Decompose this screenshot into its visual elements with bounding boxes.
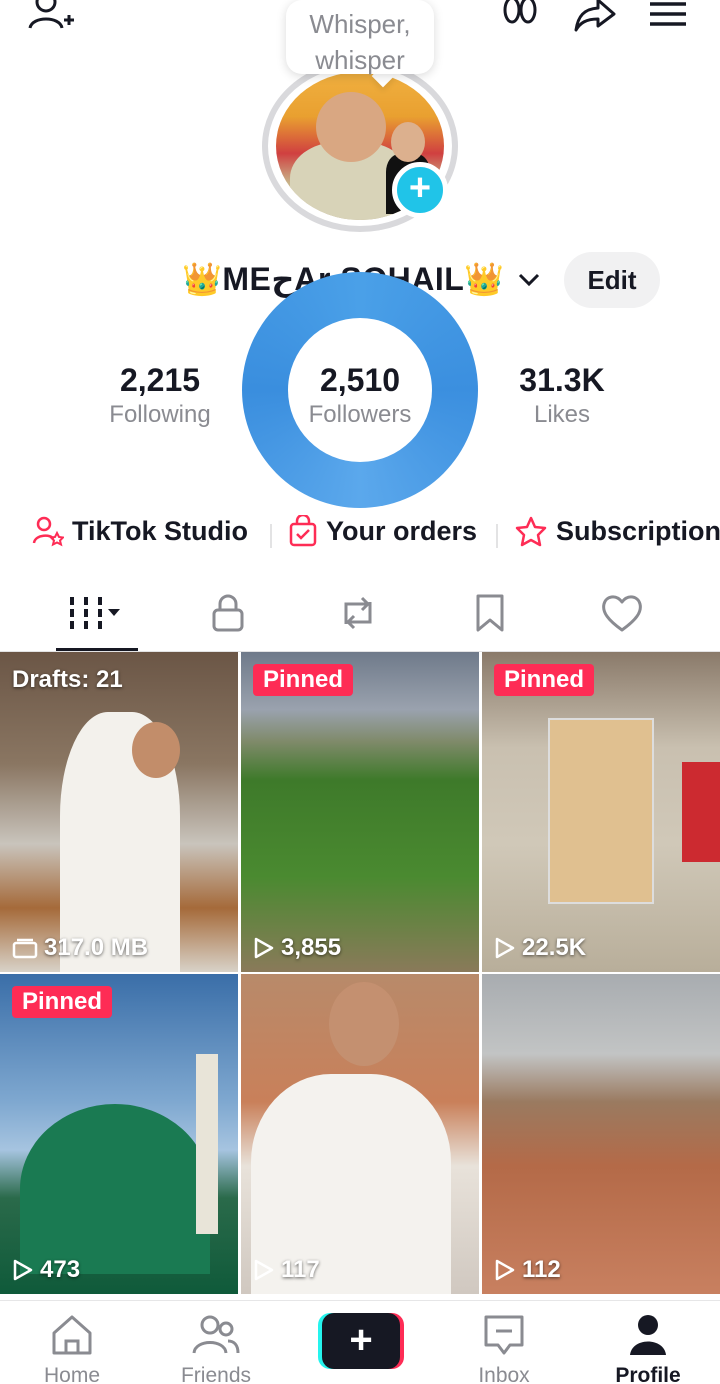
tile-count: 112 (494, 1256, 561, 1284)
play-icon (254, 937, 274, 959)
video-tile[interactable]: 112 (482, 974, 720, 1294)
nav-friends[interactable]: Friends (156, 1313, 276, 1384)
video-grid: Drafts: 21 317.0 MB Pinned 3,855 Pinned … (0, 652, 720, 1300)
bubble-line-1: Whisper, (309, 9, 411, 39)
video-tile[interactable]: 117 (241, 974, 479, 1294)
nav-label: Inbox (478, 1364, 530, 1384)
profile-avatar[interactable]: + (262, 60, 458, 232)
video-tile[interactable]: Pinned 473 (0, 974, 238, 1294)
studio-label: TikTok Studio (72, 515, 249, 546)
tile-count-value: 117 (281, 1256, 320, 1283)
create-plus-icon: + (322, 1313, 400, 1369)
add-story-button[interactable]: + (392, 162, 448, 218)
stat-followers[interactable]: 2,510 Followers (290, 362, 430, 429)
videos-grid-icon (70, 597, 120, 629)
tile-count: 317.0 MB (12, 934, 148, 962)
video-tile[interactable]: Pinned 3,855 (241, 652, 479, 972)
play-icon (13, 1259, 33, 1281)
tab-private[interactable] (188, 588, 268, 638)
tile-count-value: 473 (40, 1256, 81, 1283)
tile-count-value: 112 (522, 1256, 561, 1283)
drafts-tile[interactable]: Drafts: 21 317.0 MB (0, 652, 238, 972)
divider (496, 524, 498, 548)
tile-count: 3,855 (253, 934, 341, 962)
content-tabs (0, 578, 720, 652)
your-orders-link[interactable]: Your orders (288, 508, 477, 554)
nav-label: Home (43, 1364, 101, 1384)
tile-count: 22.5K (494, 934, 586, 962)
stat-label: Followers (308, 401, 412, 428)
home-icon (52, 1315, 92, 1355)
nav-home[interactable]: Home (12, 1313, 132, 1384)
chevron-down-icon[interactable] (516, 266, 542, 297)
whisper-bubble[interactable]: Whisper, whisper (286, 0, 434, 75)
menu-icon[interactable] (648, 0, 688, 32)
nav-profile[interactable]: Profile (588, 1313, 708, 1384)
storage-icon (12, 938, 38, 959)
quick-links: TikTok Studio Your orders Subscription (0, 508, 720, 554)
play-icon (495, 937, 515, 959)
bottom-nav: Home Friends + Inbox Profile (0, 1300, 720, 1384)
nav-label: Friends (180, 1364, 252, 1384)
tile-count-value: 22.5K (522, 934, 587, 961)
orders-label: Your orders (326, 515, 478, 546)
subscription-link[interactable]: Subscription (514, 508, 720, 554)
inbox-icon (484, 1315, 524, 1355)
divider (270, 524, 272, 548)
heart-icon (602, 595, 642, 632)
friends-icon (192, 1315, 240, 1354)
nav-inbox[interactable]: Inbox (444, 1313, 564, 1384)
profile-icon (630, 1315, 666, 1355)
stat-value: 2,215 (119, 362, 201, 398)
tile-count-value: 317.0 MB (44, 934, 149, 961)
lock-icon (212, 594, 244, 632)
stat-label: Likes (533, 401, 591, 428)
play-icon (495, 1259, 515, 1281)
tile-count: 473 (12, 1256, 80, 1284)
orders-bag-icon (289, 515, 317, 547)
repost-icon (344, 596, 372, 630)
subscription-star-icon (515, 516, 547, 547)
stat-likes[interactable]: 31.3K Likes (492, 362, 632, 429)
stat-value: 2,510 (319, 362, 401, 398)
bookmark-icon (476, 594, 504, 632)
pinned-badge: Pinned (12, 986, 113, 1018)
tab-favorites[interactable] (450, 588, 530, 638)
tile-count: 117 (253, 1256, 320, 1284)
tile-count-value: 3,855 (281, 934, 342, 961)
drafts-label: Drafts: 21 (12, 666, 123, 693)
stat-label: Following (109, 401, 211, 428)
video-tile[interactable]: Pinned 22.5K (482, 652, 720, 972)
stat-value: 31.3K (519, 362, 605, 398)
tab-reposts[interactable] (318, 588, 398, 638)
pinned-badge: Pinned (494, 664, 595, 696)
nav-label: Profile (615, 1364, 681, 1384)
play-icon (254, 1259, 274, 1281)
tab-videos[interactable] (56, 588, 136, 638)
studio-icon (32, 516, 64, 547)
create-button[interactable]: + (318, 1313, 404, 1369)
pinned-badge: Pinned (253, 664, 354, 696)
tab-liked[interactable] (582, 588, 662, 638)
subscription-label: Subscription (556, 515, 720, 546)
bubble-line-2: whisper (315, 45, 405, 75)
edit-profile-button[interactable]: Edit (564, 252, 660, 308)
add-friend-icon[interactable] (26, 0, 76, 32)
tiktok-studio-link[interactable]: TikTok Studio (32, 508, 248, 554)
footprints-icon[interactable] (500, 0, 540, 32)
share-icon[interactable] (572, 0, 618, 32)
stat-following[interactable]: 2,215 Following (90, 362, 230, 429)
